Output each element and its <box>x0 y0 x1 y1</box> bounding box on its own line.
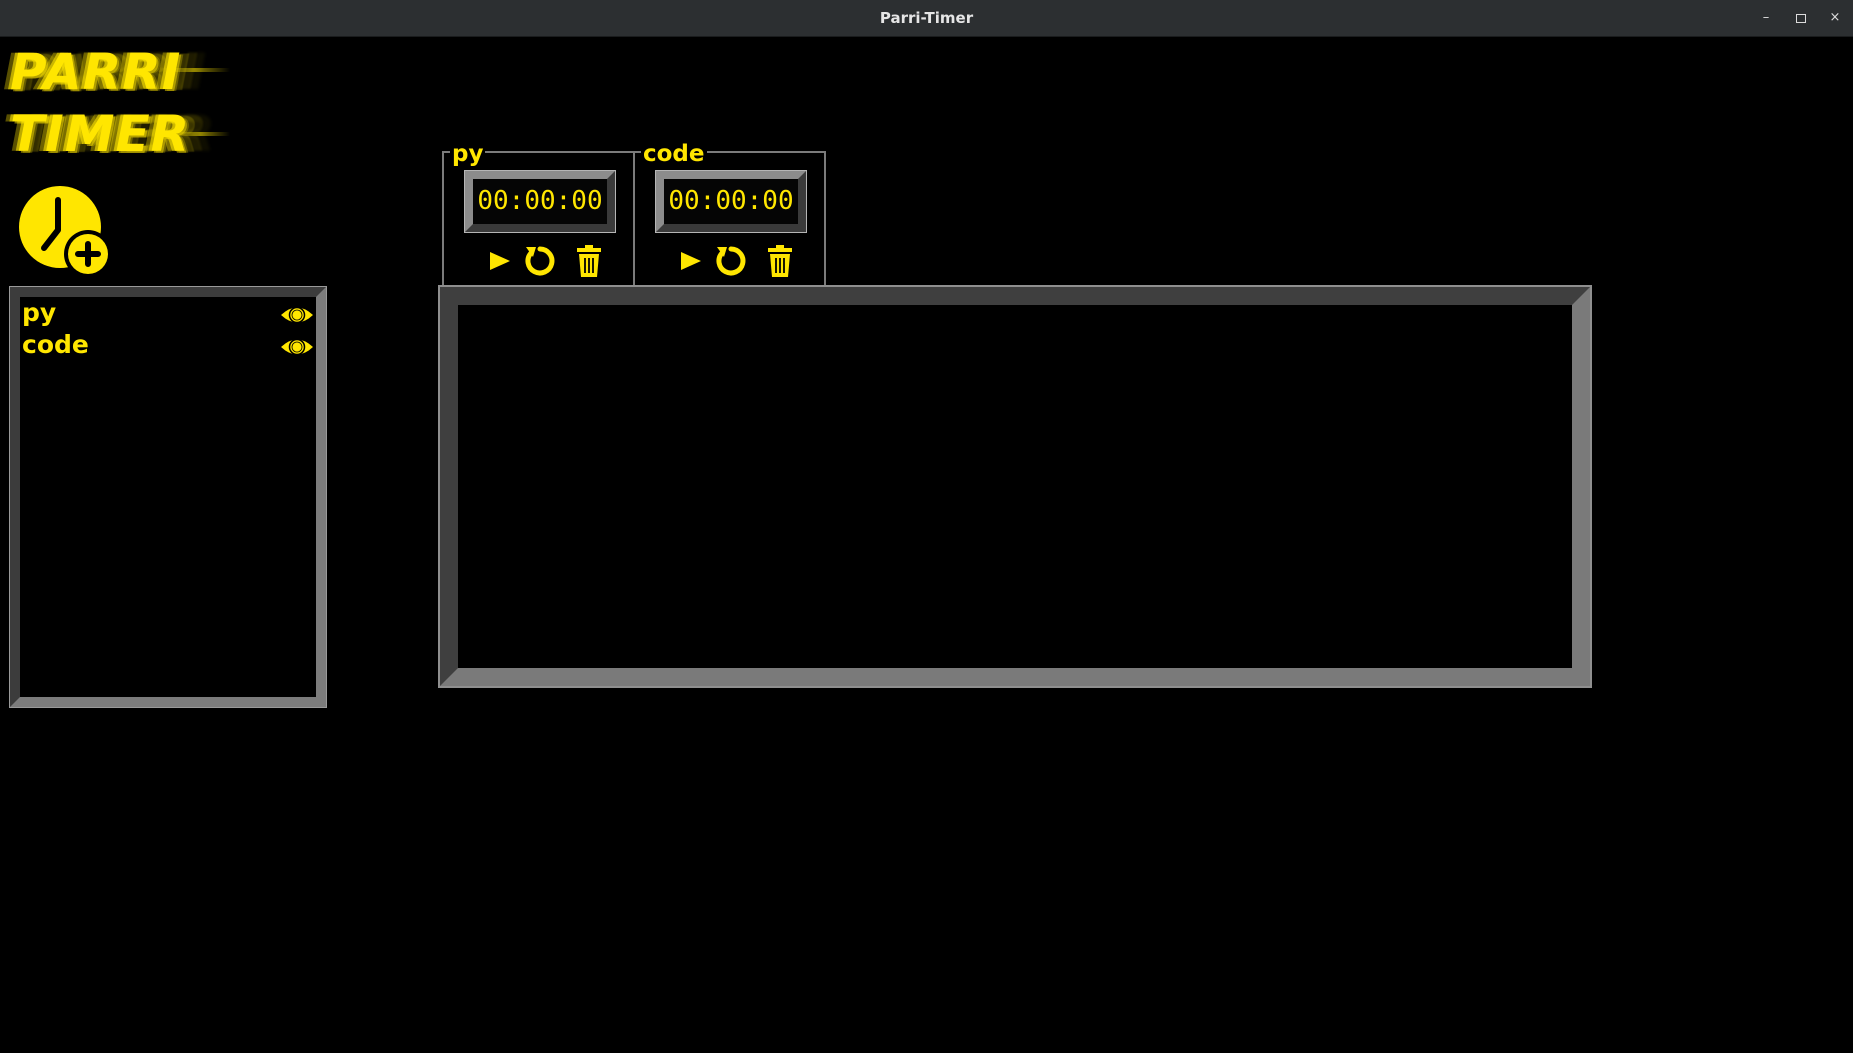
play-button[interactable] <box>673 243 707 279</box>
eye-icon[interactable] <box>279 336 315 358</box>
minimize-button[interactable]: – <box>1756 8 1776 28</box>
reset-icon <box>716 246 746 276</box>
list-item-label: py <box>22 298 57 327</box>
timer-display: 00:00:00 <box>464 170 616 233</box>
list-item[interactable]: py <box>20 297 316 329</box>
play-button[interactable] <box>482 243 516 279</box>
timer-name: py <box>450 141 486 167</box>
delete-button[interactable] <box>763 243 797 279</box>
logo-speed-streak <box>170 132 230 136</box>
add-timer-button[interactable] <box>16 186 114 278</box>
clock-add-icon <box>19 186 112 278</box>
close-button[interactable]: × <box>1825 8 1845 28</box>
reset-button[interactable] <box>522 243 556 279</box>
window-titlebar[interactable]: Parri-Timer – × <box>0 0 1853 37</box>
reset-icon <box>525 246 555 276</box>
reset-button[interactable] <box>713 243 747 279</box>
list-item-label: code <box>22 330 89 359</box>
play-icon <box>681 252 701 270</box>
main-display-panel <box>438 285 1592 688</box>
eye-icon[interactable] <box>279 304 315 326</box>
timer-name: code <box>641 141 707 167</box>
trash-icon <box>577 245 601 277</box>
timer-list-panel[interactable]: py code <box>9 286 327 708</box>
trash-icon <box>768 245 792 277</box>
list-item[interactable]: code <box>20 329 316 361</box>
timer-display: 00:00:00 <box>655 170 807 233</box>
timer-time: 00:00:00 <box>477 186 603 216</box>
logo-line-1: PARRI <box>10 43 182 101</box>
timer-card-py: py 00:00:00 <box>442 141 635 287</box>
app-logo: PARRI TIMER <box>10 46 230 164</box>
maximize-button[interactable] <box>1791 8 1811 28</box>
play-icon <box>490 252 510 270</box>
delete-button[interactable] <box>572 243 606 279</box>
timer-time: 00:00:00 <box>668 186 794 216</box>
window-title: Parri-Timer <box>879 9 974 27</box>
timer-card-code: code 00:00:00 <box>633 141 826 287</box>
logo-speed-streak <box>160 68 230 72</box>
logo-line-2: TIMER <box>10 105 191 163</box>
maximize-icon <box>1796 14 1806 23</box>
